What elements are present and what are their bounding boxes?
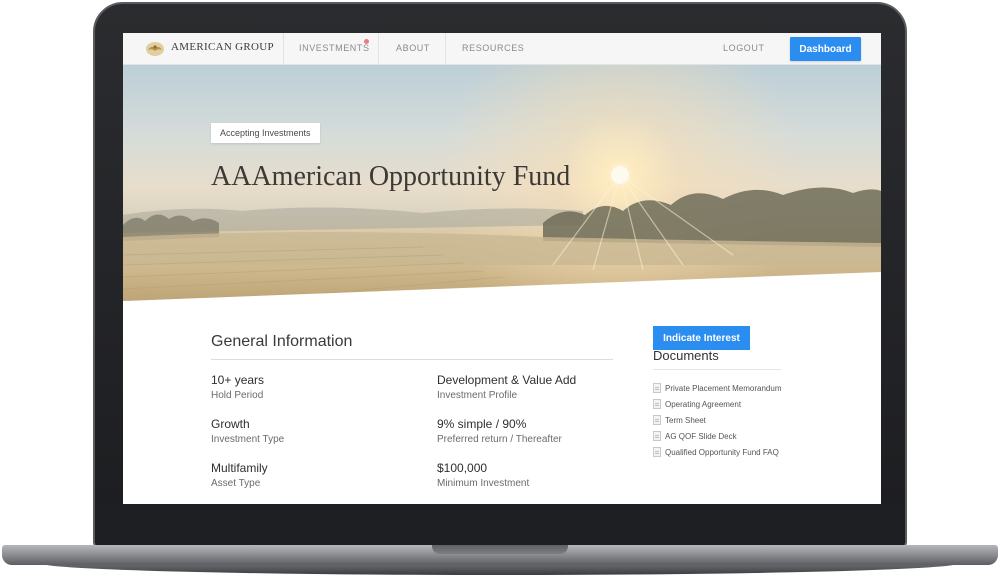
logout-link[interactable]: LOGOUT <box>723 43 765 53</box>
page-title: AAAmerican Opportunity Fund <box>211 161 571 192</box>
section-divider <box>211 359 613 360</box>
top-navbar: AMERICAN GROUP INVESTMENTS ABOUT RESOURC… <box>123 33 881 65</box>
investment-type-value: Growth <box>211 417 250 431</box>
laptop-notch <box>432 545 568 554</box>
notification-dot <box>364 39 369 44</box>
document-link-slide-deck[interactable]: AG QOF Slide Deck <box>653 430 737 442</box>
document-label: Term Sheet <box>665 415 706 425</box>
document-icon <box>653 415 661 425</box>
investment-profile-label: Investment Profile <box>437 390 518 401</box>
preferred-return-value: 9% simple / 90% <box>437 417 527 431</box>
logo-text[interactable]: AMERICAN GROUP <box>171 41 274 53</box>
general-info-heading: General Information <box>211 333 353 350</box>
nav-divider <box>445 33 446 65</box>
document-icon <box>653 447 661 457</box>
indicate-interest-button[interactable]: Indicate Interest <box>653 326 750 350</box>
document-icon <box>653 431 661 441</box>
dashboard-button[interactable]: Dashboard <box>790 37 861 61</box>
document-link-term-sheet[interactable]: Term Sheet <box>653 414 706 426</box>
nav-link-about[interactable]: ABOUT <box>396 43 430 53</box>
documents-divider <box>653 369 781 370</box>
document-icon <box>653 399 661 409</box>
documents-heading: Documents <box>653 348 719 363</box>
preferred-return-label: Preferred return / Thereafter <box>437 434 562 445</box>
logo-icon <box>146 42 164 56</box>
laptop-bezel-bottom <box>96 505 904 545</box>
investment-type-label: Investment Type <box>211 434 285 445</box>
document-label: AG QOF Slide Deck <box>665 431 737 441</box>
asset-type-label: Asset Type <box>211 478 261 489</box>
document-link-ppm[interactable]: Private Placement Memorandum <box>653 382 782 394</box>
document-label: Operating Agreement <box>665 399 742 409</box>
nav-divider <box>378 33 379 65</box>
asset-type-value: Multifamily <box>211 461 268 475</box>
status-badge: Accepting Investments <box>211 123 320 143</box>
document-link-qof-faq[interactable]: Qualified Opportunity Fund FAQ <box>653 446 779 458</box>
minimum-investment-value: $100,000 <box>437 461 488 475</box>
minimum-investment-label: Minimum Investment <box>437 478 530 489</box>
nav-divider <box>283 33 284 65</box>
hero-banner: Accepting Investments AAAmerican Opportu… <box>123 65 881 301</box>
nav-link-investments[interactable]: INVESTMENTS <box>299 43 370 53</box>
document-label: Qualified Opportunity Fund FAQ <box>665 447 779 457</box>
document-label: Private Placement Memorandum <box>665 383 782 393</box>
investment-profile-value: Development & Value Add <box>437 373 577 387</box>
document-icon <box>653 383 661 393</box>
laptop-screen: AMERICAN GROUP INVESTMENTS ABOUT RESOURC… <box>123 33 881 504</box>
hold-period-value: 10+ years <box>211 373 265 387</box>
nav-link-resources[interactable]: RESOURCES <box>462 43 524 53</box>
hold-period-label: Hold Period <box>211 390 264 401</box>
document-link-operating-agreement[interactable]: Operating Agreement <box>653 398 741 410</box>
